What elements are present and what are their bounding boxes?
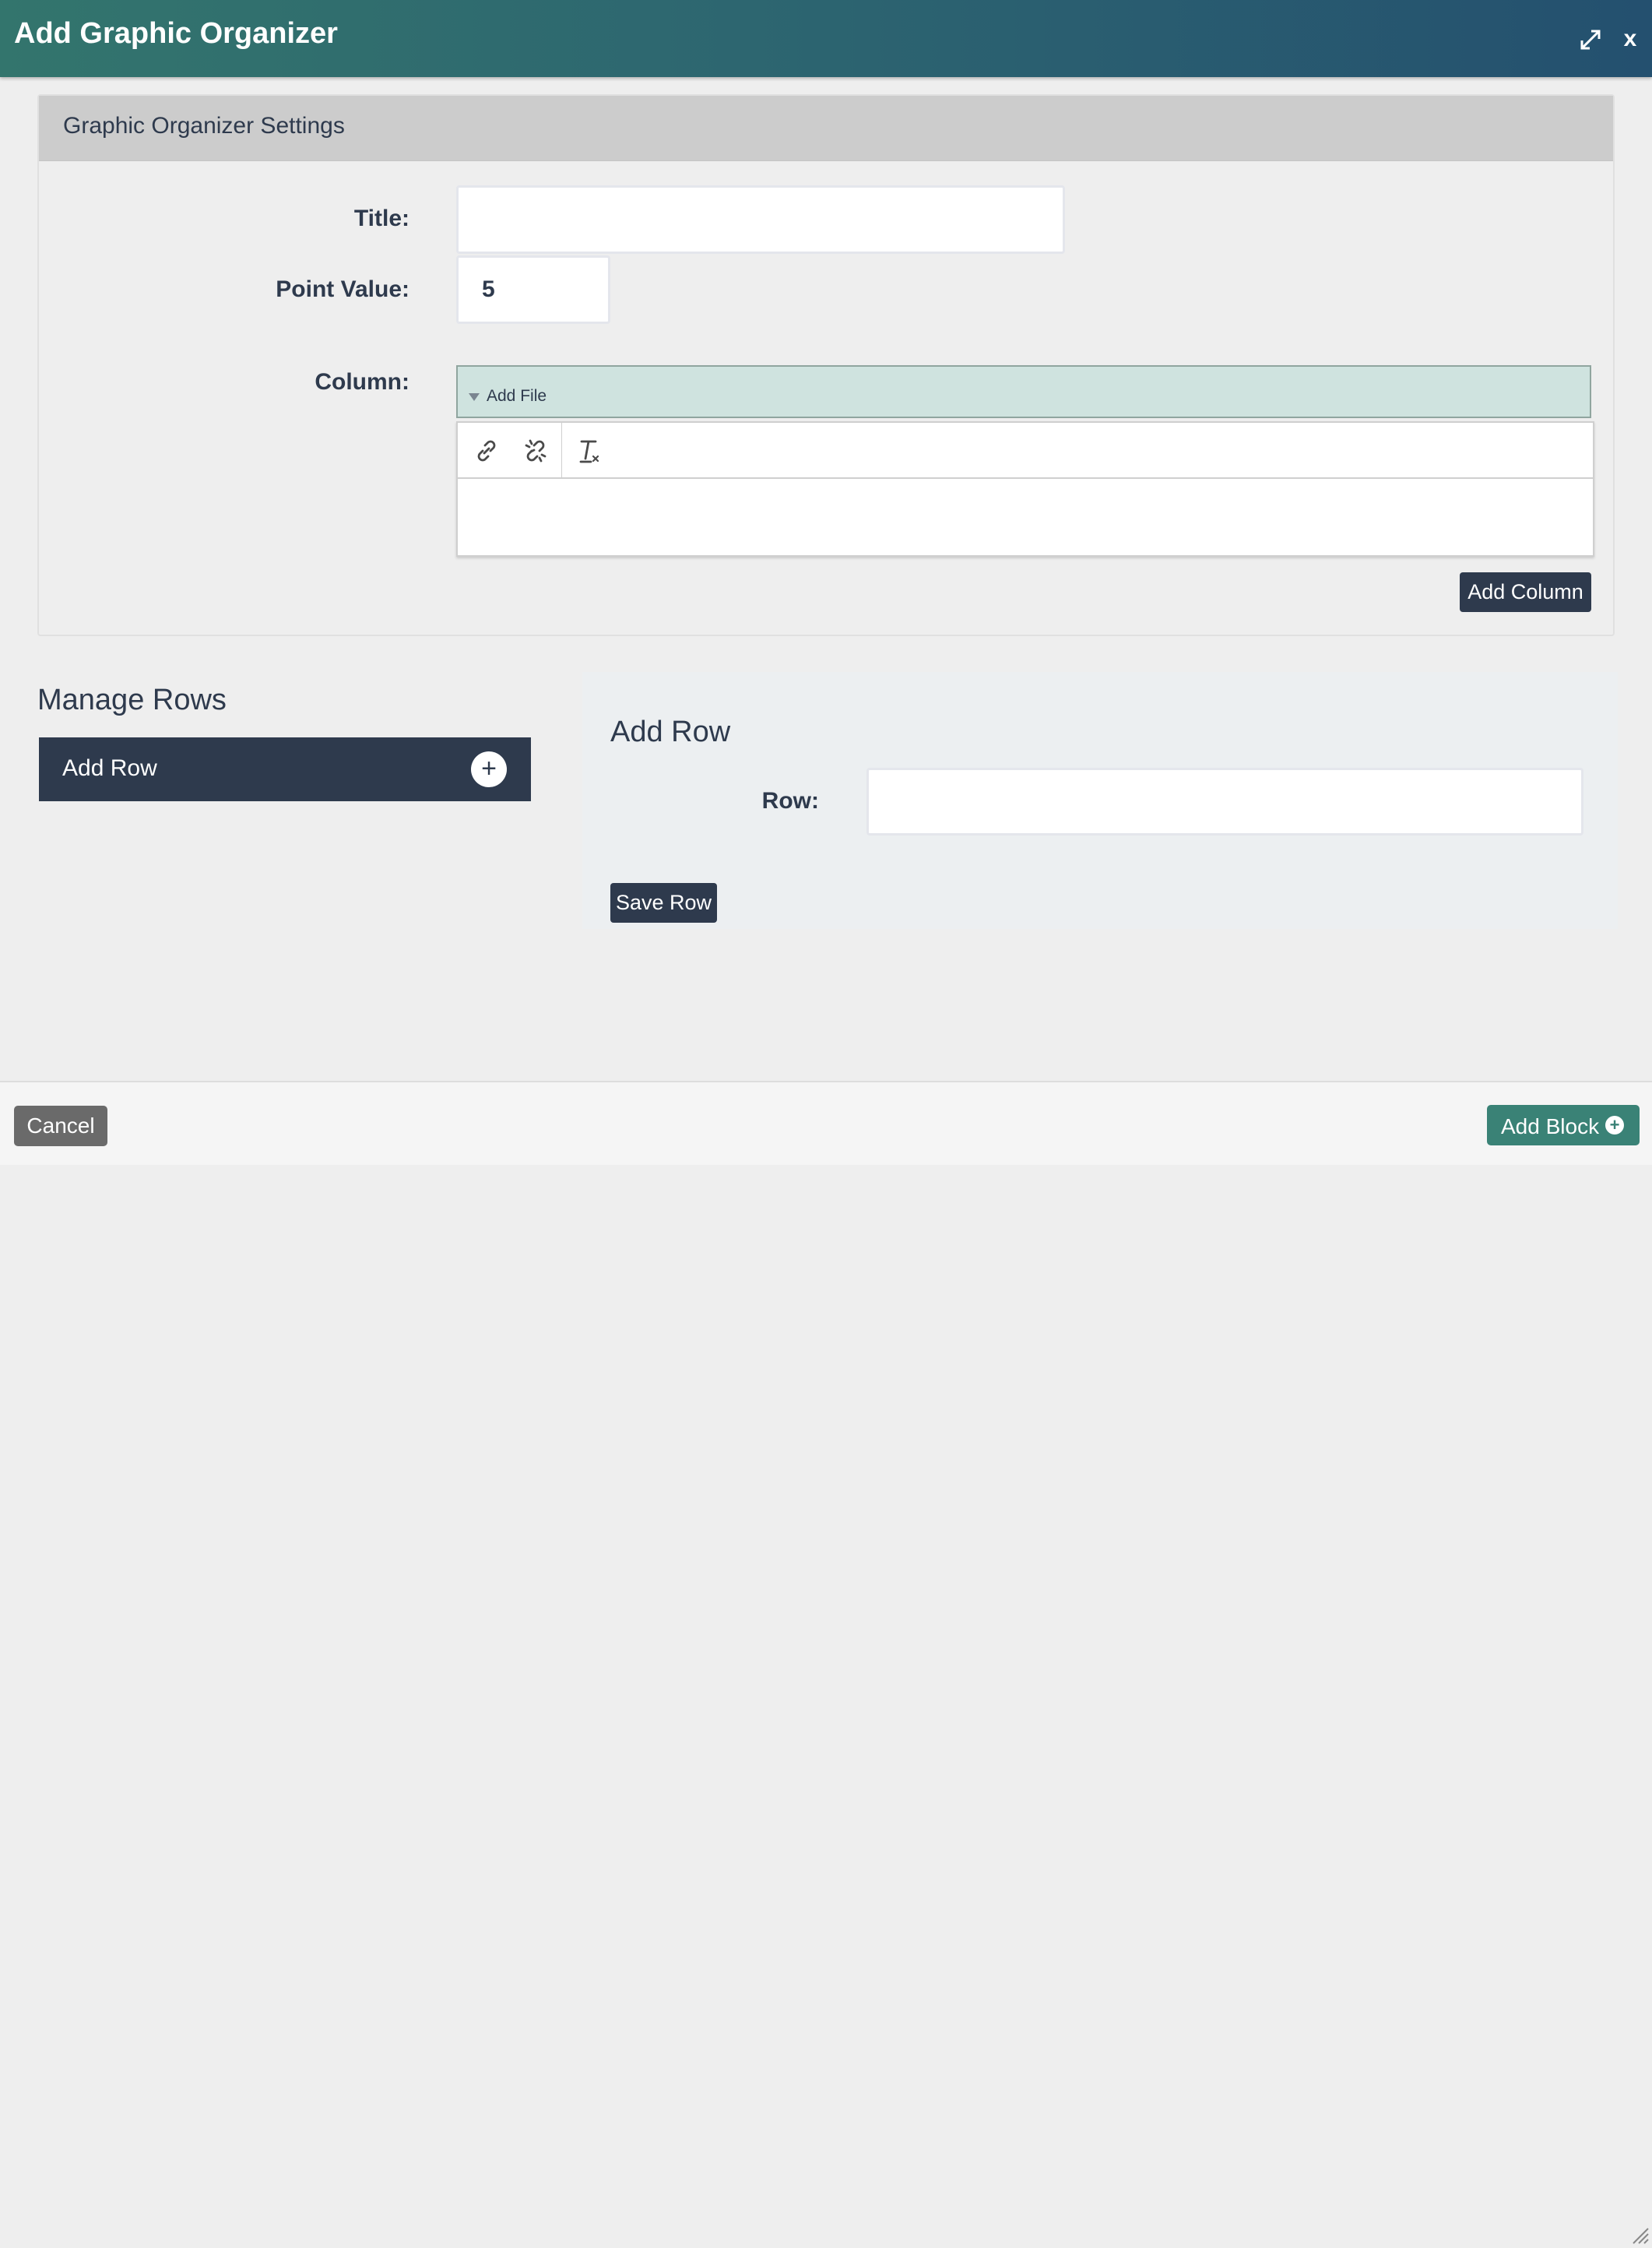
add-block-button[interactable]: Add Block + bbox=[1487, 1105, 1640, 1145]
add-file-label: Add File bbox=[487, 387, 547, 405]
cancel-button[interactable]: Cancel bbox=[14, 1106, 107, 1146]
unlink-icon[interactable] bbox=[518, 434, 553, 468]
plus-circle-icon: + bbox=[1605, 1116, 1624, 1135]
toolbar-separator bbox=[561, 423, 562, 477]
remove-format-icon[interactable] bbox=[572, 434, 606, 468]
point-value-label: Point Value: bbox=[276, 276, 409, 302]
dialog-title: Add Graphic Organizer bbox=[14, 17, 338, 50]
row-input[interactable] bbox=[866, 768, 1583, 836]
close-button[interactable]: x bbox=[1619, 25, 1642, 53]
add-file-toggle[interactable]: Add File bbox=[456, 365, 1591, 418]
add-column-button[interactable]: Add Column bbox=[1460, 572, 1591, 612]
title-input[interactable] bbox=[456, 185, 1065, 254]
point-value-input[interactable] bbox=[456, 255, 610, 324]
row-label: Row: bbox=[761, 788, 819, 814]
expand-icon[interactable] bbox=[1579, 28, 1602, 51]
dialog-header: Add Graphic Organizer x bbox=[0, 0, 1652, 77]
add-row-item[interactable]: Add Row + bbox=[39, 737, 531, 801]
plus-icon: + bbox=[471, 751, 507, 787]
editor-toolbar bbox=[458, 423, 1593, 479]
link-icon[interactable] bbox=[469, 434, 504, 468]
add-row-heading: Add Row bbox=[610, 716, 731, 748]
editor-content-area[interactable] bbox=[458, 479, 1593, 555]
dialog-footer: Cancel Add Block + bbox=[0, 1081, 1652, 2244]
column-rich-text-editor bbox=[456, 421, 1594, 557]
title-label: Title: bbox=[353, 206, 409, 231]
add-row-item-label: Add Row bbox=[62, 755, 157, 781]
resize-grip-icon[interactable] bbox=[1632, 2227, 1649, 2244]
column-label: Column: bbox=[315, 369, 409, 395]
caret-down-icon bbox=[469, 393, 480, 401]
add-block-label: Add Block bbox=[1501, 1114, 1600, 1138]
settings-heading: Graphic Organizer Settings bbox=[63, 113, 345, 139]
manage-rows-heading: Manage Rows bbox=[37, 684, 227, 716]
save-row-button[interactable]: Save Row bbox=[610, 883, 717, 923]
